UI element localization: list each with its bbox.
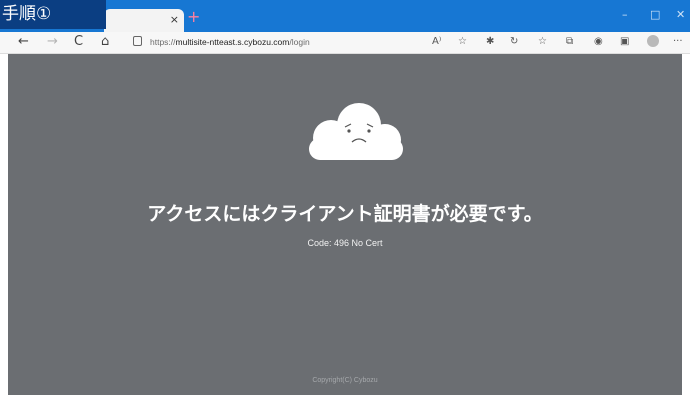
new-tab-button[interactable]: + [187,8,200,26]
error-code: Code: 496 No Cert [307,238,383,248]
sad-cloud-icon [309,103,403,160]
minimize-button[interactable]: – [622,8,628,22]
browser-toolbar: ← → C ⌂ https://multisite-ntteast.s.cybo… [0,32,690,54]
maximize-button[interactable]: □ [650,8,660,22]
more-menu-icon[interactable]: ··· [673,35,683,49]
back-button[interactable]: ← [18,34,29,50]
error-page: アクセスにはクライアント証明書が必要です。 Code: 496 No Cert … [8,54,682,395]
close-window-button[interactable]: ✕ [676,8,685,22]
refresh-page-icon[interactable]: ↻ [510,35,518,49]
extensions-icon[interactable]: ✱ [486,35,494,49]
url-path: /login [289,37,310,47]
url-prefix: https:// [150,37,176,47]
favorites-icon[interactable]: ☆ [538,35,547,49]
profile-avatar[interactable] [647,35,659,47]
add-favorite-icon[interactable]: ☆ [458,35,467,49]
url-host: multisite-ntteast.s.cybozu.com [175,37,290,47]
read-aloud-icon[interactable]: A⁾ [432,35,441,49]
home-button[interactable]: ⌂ [101,34,109,50]
page-info-icon[interactable] [133,36,142,46]
account-icon[interactable]: ◉ [594,35,603,49]
tab-close-button[interactable]: × [170,12,179,28]
step-label: 手順① [0,0,106,29]
collections-icon[interactable]: ⧉ [566,35,573,49]
browser-tab[interactable]: × [104,9,184,32]
copyright-text: Copyright(C) Cybozu [312,377,378,384]
address-bar[interactable]: https://multisite-ntteast.s.cybozu.com/l… [150,36,310,48]
wallet-icon[interactable]: ▣ [620,35,629,49]
forward-button[interactable]: → [47,34,58,50]
reload-button[interactable]: C [74,34,83,50]
error-message: アクセスにはクライアント証明書が必要です。 [147,203,543,225]
